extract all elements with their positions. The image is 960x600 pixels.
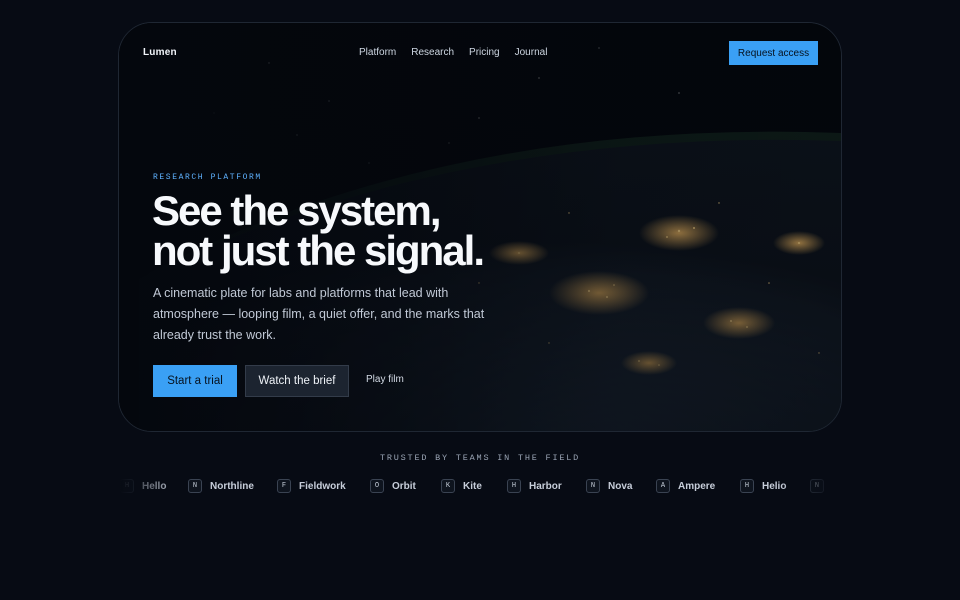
headline-line-1: See the system, (152, 187, 442, 234)
client-logo: O Orbit (370, 476, 416, 496)
nav-link-research[interactable]: Research (411, 47, 454, 58)
client-logo: N Northline (188, 476, 254, 496)
nav-links: Platform Research Pricing Journal (359, 47, 547, 58)
client-logo-badge: N (188, 479, 202, 493)
logo-marquee: HHelloNNorthlineFFieldworkOOrbitKKiteHHa… (120, 476, 840, 496)
client-logo-name: Fieldwork (299, 480, 346, 492)
play-film-link[interactable]: Play film (366, 374, 404, 385)
client-logo-badge: K (441, 479, 455, 493)
client-logo: N Nova (586, 476, 632, 496)
client-logo-badge: N (586, 479, 600, 493)
client-logo-badge: F (277, 479, 291, 493)
client-logo-name: Harbor (529, 480, 562, 492)
client-logo-name: Kite (463, 480, 482, 492)
headline-line-2: not just the signal. (152, 227, 485, 274)
hero-subcopy: A cinematic plate for labs and platforms… (153, 286, 485, 342)
start-trial-button[interactable]: Start a trial (153, 365, 237, 397)
client-logo-badge: H (740, 479, 754, 493)
client-logo: A Ampere (656, 476, 715, 496)
nav-link-pricing[interactable]: Pricing (469, 47, 500, 58)
client-logo-name: Nova (608, 480, 633, 492)
hero-headline: See the system, not just the signal. (152, 187, 572, 274)
nav-link-journal[interactable]: Journal (515, 47, 548, 58)
marquee-fade-left (120, 476, 180, 496)
trusted-heading: TRUSTED BY TEAMS IN THE FIELD (379, 453, 581, 463)
client-logo-name: Orbit (392, 480, 416, 492)
top-nav: Lumen Platform Research Pricing Journal … (119, 23, 841, 83)
marquee-fade-right (780, 476, 840, 496)
request-access-button[interactable]: Request access (729, 41, 818, 65)
client-logo: K Kite (441, 476, 482, 496)
client-logo: F Fieldwork (277, 476, 346, 496)
client-logo-name: Ampere (678, 480, 716, 492)
hero-panel: Lumen Platform Research Pricing Journal … (118, 22, 842, 432)
client-logo: H Harbor (507, 476, 562, 496)
nav-link-platform[interactable]: Platform (359, 47, 396, 58)
watch-brief-button[interactable]: Watch the brief (245, 365, 349, 397)
client-logo-badge: H (507, 479, 521, 493)
hero-eyebrow: RESEARCH PLATFORM (153, 173, 262, 182)
client-logo-badge: A (656, 479, 670, 493)
client-logo-name: Northline (210, 480, 254, 492)
client-logo-badge: O (370, 479, 384, 493)
brand-logo[interactable]: Lumen (143, 47, 177, 58)
